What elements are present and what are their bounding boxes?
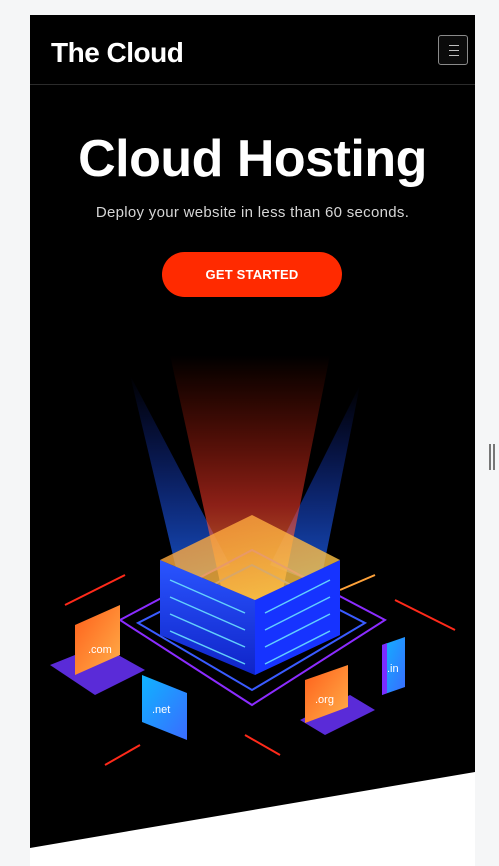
tablet-net: .net xyxy=(142,675,187,740)
domain-net-label: .net xyxy=(152,704,170,716)
cloud-server-illustration: .com .net .org .in xyxy=(50,355,456,766)
scrollbar-handle[interactable] xyxy=(489,444,495,470)
navbar: The Cloud xyxy=(30,15,475,85)
page-viewport: The Cloud Cloud Hosting Deploy your webs… xyxy=(30,15,475,866)
brand-logo[interactable]: The Cloud xyxy=(51,37,184,69)
domain-org-label: .org xyxy=(315,694,334,706)
domain-com-label: .com xyxy=(88,644,112,656)
hero-subtitle: Deploy your website in less than 60 seco… xyxy=(95,204,410,221)
hero-section: The Cloud Cloud Hosting Deploy your webs… xyxy=(30,15,475,866)
get-started-button[interactable]: GET STARTED xyxy=(162,252,342,297)
hamburger-icon[interactable] xyxy=(438,35,468,65)
laptop-org: .org xyxy=(300,665,375,735)
domain-in-label: .in xyxy=(387,663,399,675)
hero-title: Cloud Hosting xyxy=(78,130,427,188)
phone-in: .in xyxy=(382,637,405,695)
laptop-com: .com xyxy=(50,605,145,695)
